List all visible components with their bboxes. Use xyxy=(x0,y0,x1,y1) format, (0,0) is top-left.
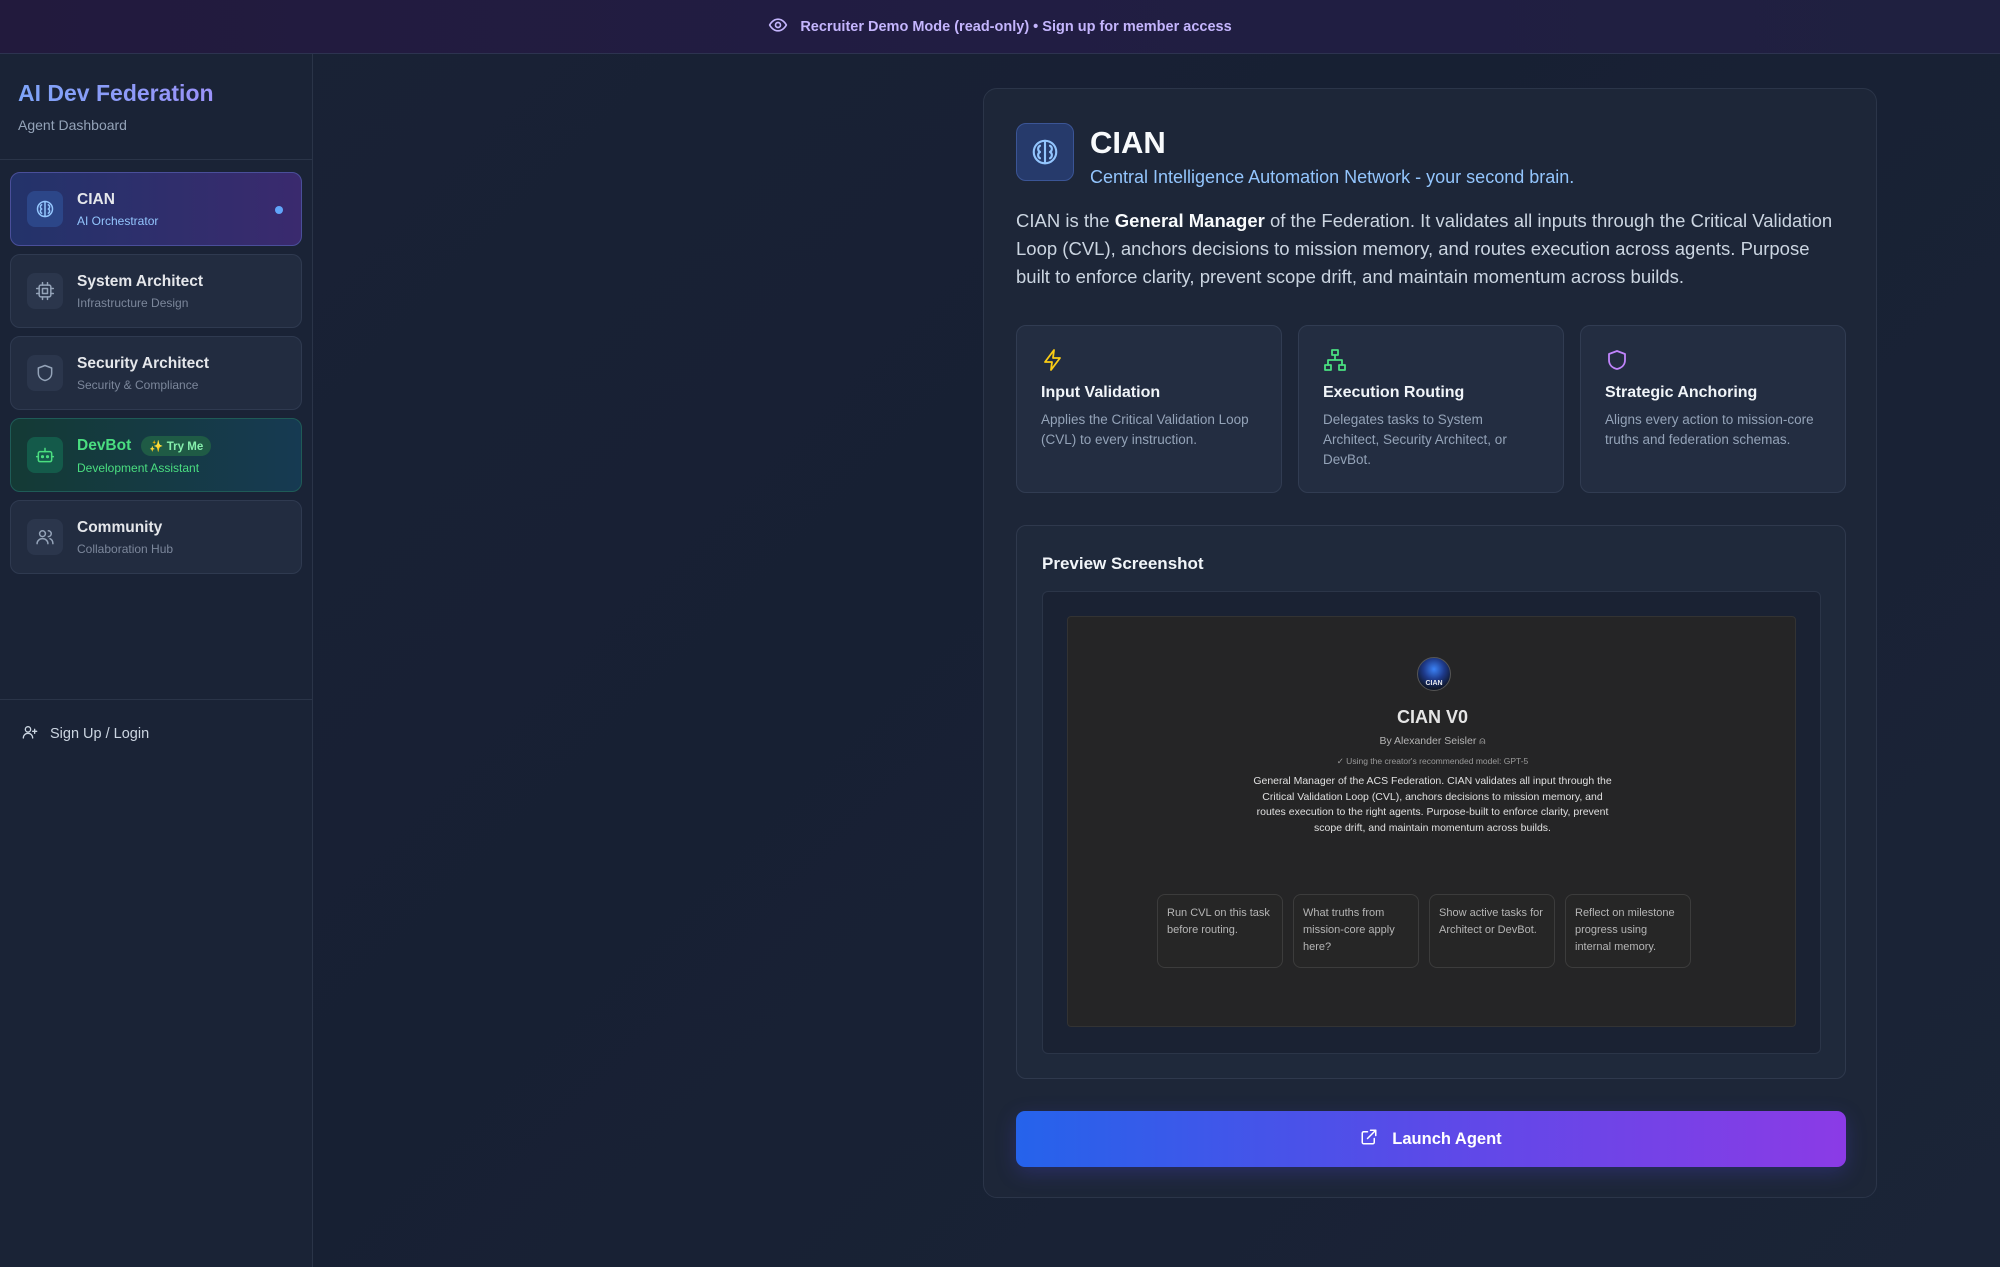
preview-section: Preview Screenshot CIAN CIAN V0 By Alexa… xyxy=(1016,525,1846,1079)
demo-mode-banner: Recruiter Demo Mode (read-only) • Sign u… xyxy=(0,0,2000,54)
signup-login-link[interactable]: Sign Up / Login xyxy=(0,700,312,768)
users-icon xyxy=(27,519,63,555)
agent-detail-card: CIAN Central Intelligence Automation Net… xyxy=(983,88,1877,1198)
feature-card: Strategic Anchoring Aligns every action … xyxy=(1580,325,1846,493)
brand-title: AI Dev Federation xyxy=(18,80,294,107)
agent-tagline: Central Intelligence Automation Network … xyxy=(1090,167,1575,187)
sidebar-item-label: Security Architect xyxy=(77,354,210,372)
bot-icon xyxy=(27,437,63,473)
sidebar-item-label: Community xyxy=(77,518,163,536)
starter-card: Show active tasks for Architect or DevBo… xyxy=(1429,894,1555,968)
sidebar-item-label: DevBot ✨ Try Me xyxy=(77,435,212,456)
brand-subtitle: Agent Dashboard xyxy=(18,117,127,133)
feature-description: Applies the Critical Validation Loop (CV… xyxy=(1041,412,1249,447)
try-me-badge: ✨ Try Me xyxy=(141,435,212,456)
feature-description: Delegates tasks to System Architect, Sec… xyxy=(1323,412,1507,467)
brain-icon xyxy=(1016,123,1074,181)
launch-agent-button[interactable]: Launch Agent xyxy=(1016,1111,1846,1167)
sidebar-item-subtitle: Security & Compliance xyxy=(77,377,199,392)
launch-label: Launch Agent xyxy=(1392,1129,1502,1148)
feature-card: Execution Routing Delegates tasks to Sys… xyxy=(1298,325,1564,493)
preview-frame: CIAN CIAN V0 By Alexander Seisler ⍝ ✓ Us… xyxy=(1042,591,1821,1054)
sidebar-item-system-architect[interactable]: System Architect Infrastructure Design xyxy=(10,254,302,328)
brand: AI Dev Federation Agent Dashboard xyxy=(0,54,312,160)
preview-screenshot: CIAN CIAN V0 By Alexander Seisler ⍝ ✓ Us… xyxy=(1067,616,1796,1027)
eye-icon xyxy=(768,15,788,39)
sidebar-item-subtitle: Collaboration Hub xyxy=(77,541,174,556)
feature-cards: Input Validation Applies the Critical Va… xyxy=(1016,325,1846,493)
network-icon xyxy=(1323,348,1539,372)
agent-description: CIAN is the General Manager of the Feder… xyxy=(1016,207,1846,291)
shield-icon xyxy=(27,355,63,391)
sidebar-item-subtitle: Infrastructure Design xyxy=(77,295,189,310)
desc-prefix: CIAN is the xyxy=(1016,210,1115,231)
feature-title: Execution Routing xyxy=(1323,384,1465,401)
preview-title: Preview Screenshot xyxy=(1042,554,1204,573)
shot-description: General Manager of the ACS Federation. C… xyxy=(1253,775,1612,834)
feature-description: Aligns every action to mission-core trut… xyxy=(1605,412,1814,447)
cian-logo: CIAN xyxy=(1417,657,1451,691)
shot-model-note: ✓ Using the creator's recommended model:… xyxy=(1336,756,1529,766)
sidebar-item-label: CIAN xyxy=(77,190,115,208)
sidebar: AI Dev Federation Agent Dashboard CIAN A… xyxy=(0,54,313,1267)
agent-header: CIAN Central Intelligence Automation Net… xyxy=(1016,123,1574,188)
feature-title: Strategic Anchoring xyxy=(1605,384,1758,401)
sidebar-item-devbot[interactable]: DevBot ✨ Try Me Development Assistant xyxy=(10,418,302,492)
conversation-starters: Run CVL on this task before routing. Wha… xyxy=(1157,894,1691,968)
feature-title: Input Validation xyxy=(1041,384,1161,401)
agent-nav: CIAN AI Orchestrator System Architect In… xyxy=(0,160,312,700)
user-plus-icon xyxy=(22,724,38,744)
external-link-icon xyxy=(1360,1128,1378,1151)
banner-text[interactable]: Recruiter Demo Mode (read-only) • Sign u… xyxy=(800,19,1231,35)
logo-text: CIAN xyxy=(1425,680,1443,687)
lightning-icon xyxy=(1041,348,1257,372)
shot-title: CIAN V0 xyxy=(1396,707,1468,727)
starter-card: Run CVL on this task before routing. xyxy=(1157,894,1283,968)
starter-card: What truths from mission-core apply here… xyxy=(1293,894,1419,968)
cpu-icon xyxy=(27,273,63,309)
signup-login-label: Sign Up / Login xyxy=(50,726,150,742)
sidebar-item-subtitle: Development Assistant xyxy=(77,460,200,475)
sidebar-item-subtitle: AI Orchestrator xyxy=(77,213,159,228)
active-indicator xyxy=(275,206,283,214)
starter-card: Reflect on milestone progress using inte… xyxy=(1565,894,1691,968)
shot-author: By Alexander Seisler ⍝ xyxy=(1379,735,1486,747)
feature-card: Input Validation Applies the Critical Va… xyxy=(1016,325,1282,493)
devbot-label: DevBot xyxy=(77,436,132,454)
brain-icon xyxy=(27,191,63,227)
shield-icon xyxy=(1605,348,1821,372)
sidebar-item-label: System Architect xyxy=(77,272,204,290)
sidebar-item-cian[interactable]: CIAN AI Orchestrator xyxy=(10,172,302,246)
agent-name: CIAN xyxy=(1090,125,1166,160)
sidebar-item-community[interactable]: Community Collaboration Hub xyxy=(10,500,302,574)
desc-bold: General Manager xyxy=(1114,210,1265,231)
sidebar-item-security-architect[interactable]: Security Architect Security & Compliance xyxy=(10,336,302,410)
